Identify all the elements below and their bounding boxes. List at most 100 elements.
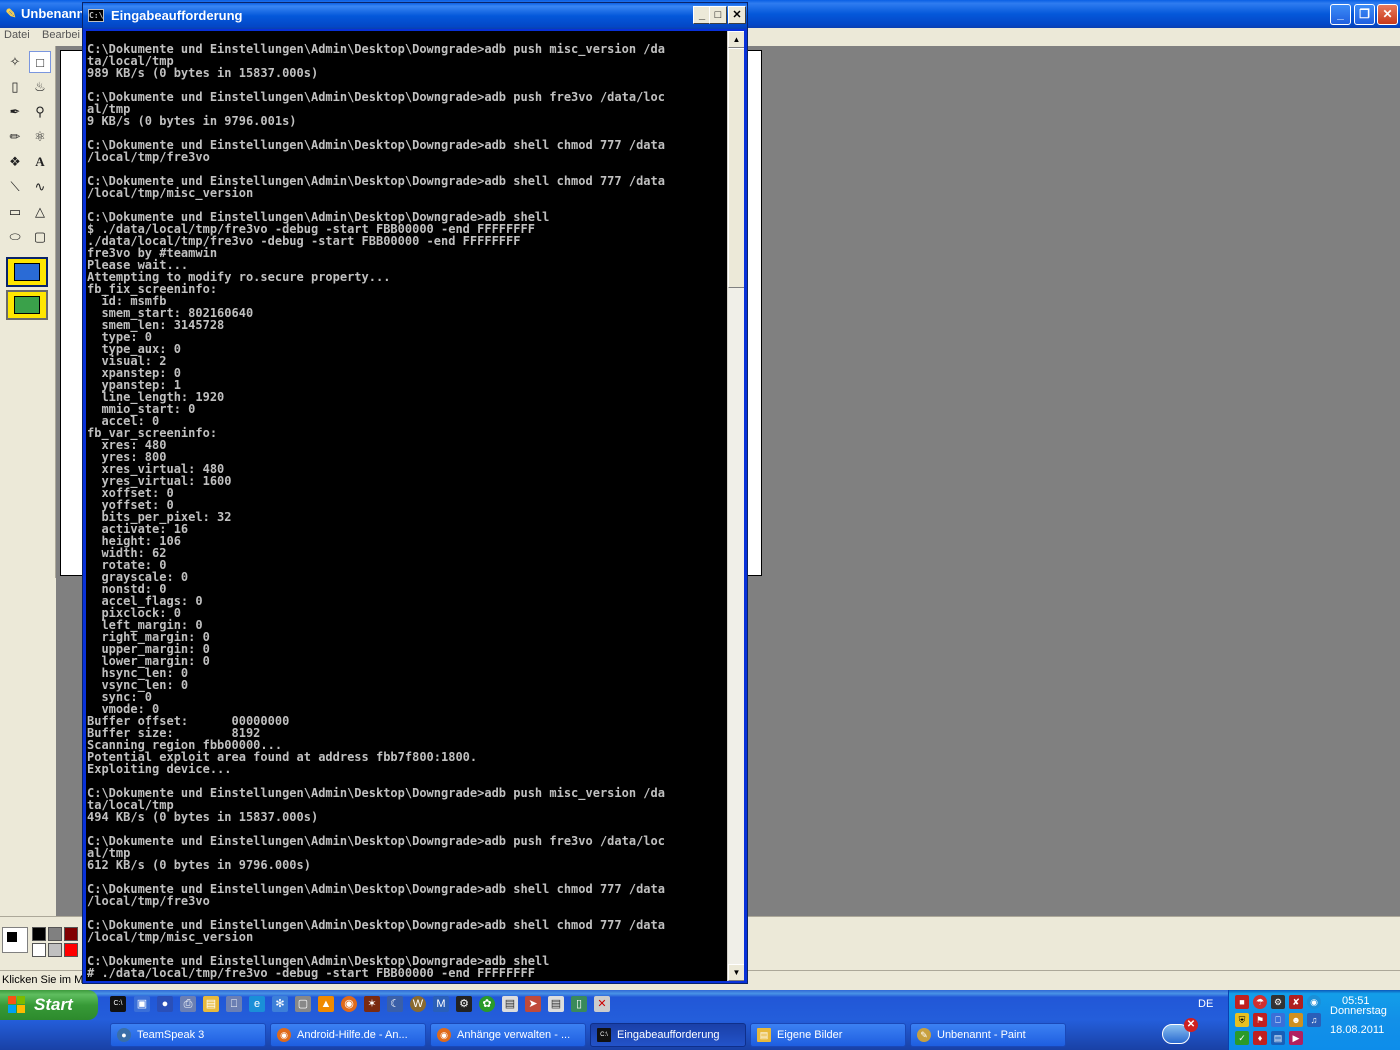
palette-swatch[interactable]: [64, 943, 78, 957]
tray-tool-icon[interactable]: ✘: [1289, 995, 1303, 1009]
palette-swatch[interactable]: [64, 927, 78, 941]
cmd-window: C:\ Eingabeaufforderung _ □ ✕ C:\Dokumen…: [82, 2, 748, 984]
quicklaunch-steam-icon[interactable]: ⚙: [456, 996, 472, 1012]
messenger-icon[interactable]: ✕: [1160, 1018, 1200, 1046]
tray-game-icon[interactable]: ♦: [1253, 1031, 1267, 1045]
palette-swatch[interactable]: [32, 943, 46, 957]
paint-title: Unbenannt: [21, 6, 89, 21]
cmd-console[interactable]: C:\Dokumente und Einstellungen\Admin\Des…: [86, 31, 744, 981]
tray-network-icon[interactable]: ◉: [1307, 995, 1321, 1009]
airbrush-icon[interactable]: ❖: [4, 151, 26, 173]
tray-speaker-icon[interactable]: ♫: [1307, 1013, 1321, 1027]
palette-swatch[interactable]: [48, 927, 62, 941]
quicklaunch-tool-icon[interactable]: ➤: [525, 996, 541, 1012]
paint-app-icon: ✎: [5, 6, 17, 21]
palette-swatch[interactable]: [48, 943, 62, 957]
tray-flag-icon[interactable]: ⚑: [1253, 1013, 1267, 1027]
folder-icon: ▤: [757, 1028, 771, 1042]
cmd-maximize-button[interactable]: □: [709, 6, 727, 24]
task-android-hilfe[interactable]: ◉ Android-Hilfe.de - An...: [270, 1023, 426, 1047]
eraser-icon[interactable]: ▯: [4, 76, 26, 98]
scroll-up-icon[interactable]: ▲: [728, 31, 744, 48]
start-button[interactable]: Start: [0, 990, 98, 1020]
tray-update-icon[interactable]: ✓: [1235, 1031, 1249, 1045]
curve-icon[interactable]: ∿: [29, 176, 51, 198]
scroll-down-icon[interactable]: ▼: [728, 964, 744, 981]
quicklaunch-firefox-icon[interactable]: ◉: [341, 996, 357, 1012]
quicklaunch-app-icon[interactable]: ●: [157, 996, 173, 1012]
paint-minimize-button[interactable]: _: [1330, 4, 1351, 25]
color-picker-icon[interactable]: ✒: [4, 101, 26, 123]
quicklaunch-moon-icon[interactable]: ☾: [387, 996, 403, 1012]
rectangle-icon[interactable]: ▭: [4, 201, 26, 223]
tray-antivirus-icon[interactable]: ☂: [1253, 995, 1267, 1009]
quicklaunch-cmd-icon[interactable]: C:\: [110, 996, 126, 1012]
paint-status-text: Klicken Sie im Me: [2, 974, 90, 986]
clock-date: 18.08.2011: [1330, 1024, 1385, 1036]
quicklaunch-notes-icon[interactable]: ▤: [548, 996, 564, 1012]
teamspeak-icon: ●: [117, 1028, 131, 1042]
current-colors[interactable]: [2, 927, 28, 953]
task-eigene-bilder[interactable]: ▤ Eigene Bilder: [750, 1023, 906, 1047]
tray-media-icon[interactable]: ▶: [1289, 1031, 1303, 1045]
task-eingabeaufforderung[interactable]: C:\ Eingabeaufforderung: [590, 1023, 746, 1047]
quicklaunch-green-icon[interactable]: ✿: [479, 996, 495, 1012]
cmd-vertical-scrollbar[interactable]: ▲ ▼: [727, 31, 744, 981]
cmd-app-icon: C:\: [88, 9, 104, 22]
transparency-option-opaque-icon[interactable]: [6, 257, 48, 287]
task-anhaenge[interactable]: ◉ Anhänge verwalten - ...: [430, 1023, 586, 1047]
tray-monitor-icon[interactable]: ⎕: [1271, 1013, 1285, 1027]
tray-security-icon[interactable]: ■: [1235, 995, 1249, 1009]
clock-day: Donnerstag: [1330, 1005, 1387, 1017]
firefox-icon: ◉: [437, 1028, 451, 1042]
firefox-icon: ◉: [277, 1028, 291, 1042]
line-icon[interactable]: ⟍: [4, 176, 26, 198]
cmd-title: Eingabeaufforderung: [111, 8, 243, 23]
ellipse-icon[interactable]: ⬭: [4, 226, 26, 248]
polygon-icon[interactable]: △: [29, 201, 51, 223]
language-indicator[interactable]: DE: [1198, 998, 1213, 1010]
windows-flag-icon: [8, 996, 26, 1014]
quicklaunch-ie-icon[interactable]: e: [249, 996, 265, 1012]
tray-shield-icon[interactable]: ⛨: [1235, 1013, 1249, 1027]
quicklaunch-computer-icon[interactable]: ⎕: [226, 996, 242, 1012]
cmd-close-button[interactable]: ✕: [728, 6, 746, 24]
fill-bucket-icon[interactable]: ♨: [29, 76, 51, 98]
task-teamspeak[interactable]: ● TeamSpeak 3: [110, 1023, 266, 1047]
rect-select-icon[interactable]: □: [29, 51, 51, 73]
free-select-icon[interactable]: ✧: [4, 51, 26, 73]
cmd-title-bar[interactable]: C:\ Eingabeaufforderung _ □ ✕: [83, 3, 747, 29]
cmd-icon: C:\: [597, 1028, 611, 1042]
quicklaunch-window-icon[interactable]: ▢: [295, 996, 311, 1012]
taskbar: Start C:\ ▣ ● ⎙ ▤ ⎕ e ✻ ▢ ▲ ◉ ✶ ☾ W M ⚙ …: [0, 990, 1400, 1050]
quicklaunch-folder-icon[interactable]: ▤: [203, 996, 219, 1012]
quicklaunch-doc-icon[interactable]: ▤: [502, 996, 518, 1012]
rounded-rect-icon[interactable]: ▢: [29, 226, 51, 248]
magnifier-icon[interactable]: ⚲: [29, 101, 51, 123]
paint-maximize-button[interactable]: ❐: [1354, 4, 1375, 25]
pencil-icon[interactable]: ✏: [4, 126, 26, 148]
palette-swatch[interactable]: [32, 927, 46, 941]
quicklaunch-game-icon[interactable]: ✶: [364, 996, 380, 1012]
tray-user-icon[interactable]: ☻: [1289, 1013, 1303, 1027]
quicklaunch-printer-icon[interactable]: ⎙: [180, 996, 196, 1012]
quicklaunch-close-icon[interactable]: ✕: [594, 996, 610, 1012]
menu-bearbeiten[interactable]: Bearbei: [42, 29, 80, 41]
scroll-thumb[interactable]: [728, 48, 744, 288]
quicklaunch-m-icon[interactable]: M: [433, 996, 449, 1012]
tray-connection-icon[interactable]: ▤: [1271, 1031, 1285, 1045]
quicklaunch-vlc-icon[interactable]: ▲: [318, 996, 334, 1012]
task-paint[interactable]: ✎ Unbenannt - Paint: [910, 1023, 1066, 1047]
brush-icon[interactable]: ⚛: [29, 126, 51, 148]
paint-icon: ✎: [917, 1028, 931, 1042]
text-tool-icon[interactable]: A: [29, 151, 51, 173]
quicklaunch-desktop-icon[interactable]: ▣: [134, 996, 150, 1012]
transparency-option-transparent-icon[interactable]: [6, 290, 48, 320]
menu-datei[interactable]: Datei: [4, 29, 30, 41]
quicklaunch-device-icon[interactable]: ▯: [571, 996, 587, 1012]
quicklaunch-network-icon[interactable]: ✻: [272, 996, 288, 1012]
quicklaunch-wow-icon[interactable]: W: [410, 996, 426, 1012]
cmd-output: C:\Dokumente und Einstellungen\Admin\Des…: [87, 42, 665, 980]
tray-steam-icon[interactable]: ⚙: [1271, 995, 1285, 1009]
paint-close-button[interactable]: ✕: [1377, 4, 1398, 25]
